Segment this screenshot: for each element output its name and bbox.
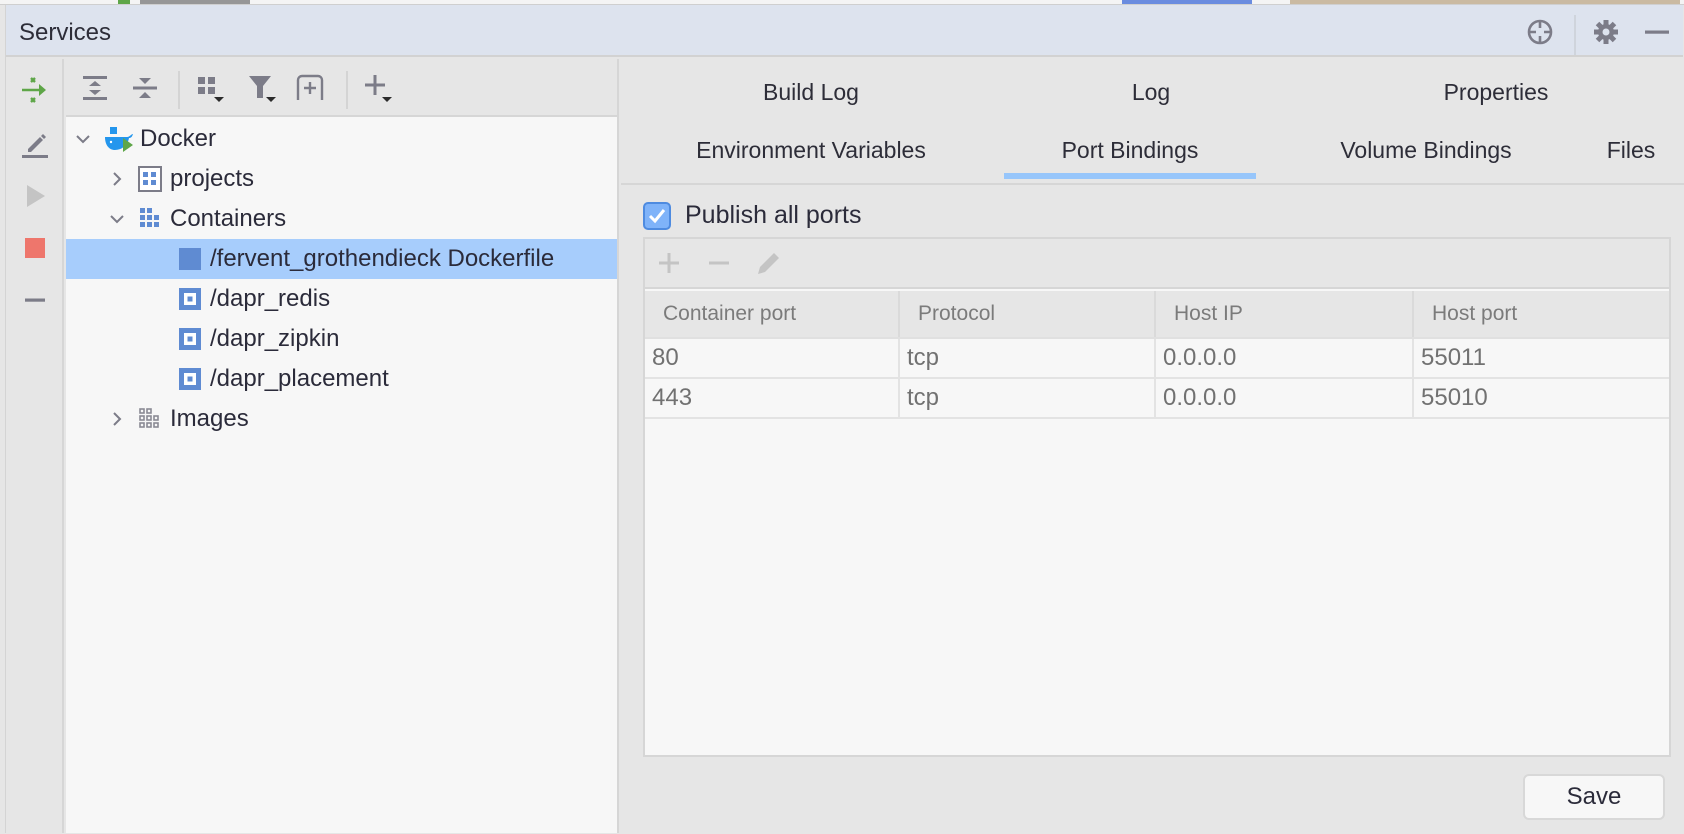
toolbar-separator: [178, 71, 180, 109]
tree-item-label: /dapr_zipkin: [210, 325, 340, 352]
add-service-icon[interactable]: [362, 71, 396, 105]
tree-item-docker[interactable]: Docker: [66, 119, 617, 159]
link-fragment: [1122, 0, 1252, 4]
text-fragment: [140, 0, 250, 4]
services-tree-panel: Docker projects Containers /fervent_grot…: [66, 59, 619, 833]
filter-icon[interactable]: [246, 71, 280, 105]
cell-protocol[interactable]: tcp: [900, 379, 1156, 417]
tab-port-bindings[interactable]: Port Bindings: [1004, 123, 1256, 179]
text-fragment: [1290, 0, 1680, 4]
remove-icon[interactable]: [703, 247, 735, 279]
toolbar-separator: [346, 71, 348, 109]
container-running-icon: [178, 247, 202, 271]
tree-item-projects[interactable]: projects: [66, 159, 617, 199]
column-header-host-ip[interactable]: Host IP: [1156, 291, 1414, 337]
container-icon: [178, 367, 202, 391]
cell-container-port[interactable]: 443: [645, 379, 900, 417]
edit-icon[interactable]: [18, 127, 52, 161]
column-header-host-port[interactable]: Host port: [1414, 291, 1669, 337]
cell-host-ip[interactable]: 0.0.0.0: [1156, 339, 1414, 377]
tree-item-label: Docker: [140, 125, 217, 152]
table-row[interactable]: 443 tcp 0.0.0.0 55010: [645, 379, 1669, 419]
tab-build-log[interactable]: Build Log: [721, 65, 901, 119]
tree-item-label: /dapr_placement: [210, 365, 389, 392]
save-button[interactable]: Save: [1523, 774, 1665, 820]
expand-all-icon[interactable]: [78, 71, 112, 105]
chevron-down-icon[interactable]: [72, 128, 94, 150]
tree-item-label: projects: [170, 165, 255, 192]
run-icon[interactable]: [18, 179, 52, 213]
projects-icon: [138, 166, 162, 192]
tree-item-label: /dapr_redis: [210, 285, 331, 312]
tree-item-label: /fervent_grothendieck Dockerfile: [210, 245, 555, 272]
containers-icon: [138, 207, 162, 231]
tool-window-header: Services: [6, 5, 1683, 57]
open-in-split-icon[interactable]: [18, 73, 52, 107]
tree-item-container[interactable]: /dapr_zipkin: [66, 319, 617, 359]
checkbox-checked-icon[interactable]: [643, 201, 671, 230]
status-icon-fragment: [118, 0, 130, 4]
edit-icon[interactable]: [753, 247, 785, 279]
table-toolbar: [645, 239, 1669, 289]
cell-container-port[interactable]: 80: [645, 339, 900, 377]
tree-toolbar: [66, 59, 617, 117]
cell-host-port[interactable]: 55010: [1414, 379, 1669, 417]
table-grid: Container port Protocol Host IP Host por…: [645, 291, 1669, 419]
cell-host-port[interactable]: 55011: [1414, 339, 1669, 377]
services-tool-window: Services Docker projects Containers /fer…: [5, 5, 1684, 833]
tree-item-container[interactable]: /dapr_placement: [66, 359, 617, 399]
port-bindings-table: Container port Protocol Host IP Host por…: [643, 237, 1671, 757]
tree-item-containers[interactable]: Containers: [66, 199, 617, 239]
table-row[interactable]: 80 tcp 0.0.0.0 55011: [645, 339, 1669, 379]
chevron-right-icon[interactable]: [106, 168, 128, 190]
collapse-all-icon[interactable]: [128, 71, 162, 105]
tree-item-container[interactable]: /dapr_redis: [66, 279, 617, 319]
tab-properties[interactable]: Properties: [1401, 65, 1591, 119]
tree-item-label: Images: [170, 405, 249, 432]
details-tabs: Build Log Log Properties Environment Var…: [621, 59, 1684, 185]
actions-strip: [6, 59, 64, 833]
column-header-protocol[interactable]: Protocol: [900, 291, 1156, 337]
tab-log[interactable]: Log: [1091, 65, 1211, 119]
chevron-right-icon[interactable]: [106, 408, 128, 430]
publish-all-ports-label: Publish all ports: [685, 201, 862, 229]
add-icon[interactable]: [653, 247, 685, 279]
publish-all-ports-checkbox[interactable]: Publish all ports: [643, 201, 861, 230]
tree-item-images[interactable]: Images: [66, 399, 617, 439]
group-by-icon[interactable]: [194, 71, 228, 105]
tree-item-label: Containers: [170, 205, 287, 232]
new-tab-icon[interactable]: [294, 71, 328, 105]
column-header-container-port[interactable]: Container port: [645, 291, 900, 337]
tab-volume-bindings[interactable]: Volume Bindings: [1301, 123, 1551, 177]
chevron-down-icon[interactable]: [106, 208, 128, 230]
table-header: Container port Protocol Host IP Host por…: [645, 291, 1669, 339]
tab-environment-variables[interactable]: Environment Variables: [661, 123, 961, 177]
docker-icon: [104, 127, 136, 152]
cell-host-ip[interactable]: 0.0.0.0: [1156, 379, 1414, 417]
minimize-icon[interactable]: [1642, 17, 1672, 47]
tool-window-title: Services: [19, 19, 112, 46]
gear-icon[interactable]: [1591, 17, 1621, 47]
tree-item-container[interactable]: /fervent_grothendieck Dockerfile: [66, 239, 617, 279]
images-icon: [138, 407, 162, 431]
container-icon: [178, 327, 202, 351]
crosshair-icon[interactable]: [1525, 17, 1555, 47]
header-separator: [1574, 15, 1576, 55]
cell-protocol[interactable]: tcp: [900, 339, 1156, 377]
details-panel: Build Log Log Properties Environment Var…: [621, 59, 1684, 833]
tab-files[interactable]: Files: [1586, 123, 1676, 177]
container-icon: [178, 287, 202, 311]
remove-icon[interactable]: [18, 283, 52, 317]
stop-icon[interactable]: [18, 231, 52, 265]
